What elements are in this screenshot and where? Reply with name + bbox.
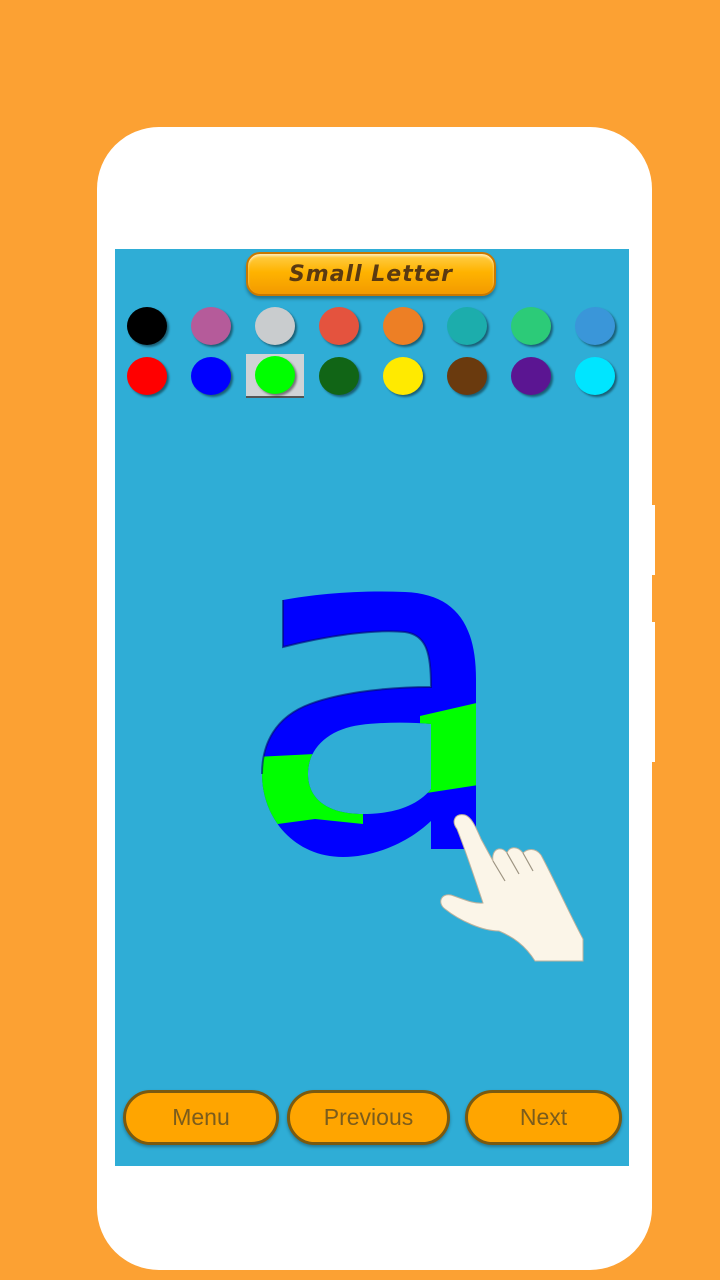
phone-side-button-power (651, 622, 655, 762)
next-button[interactable]: Next (465, 1090, 622, 1145)
pointing-hand-icon (440, 814, 584, 962)
tracing-canvas[interactable] (115, 249, 629, 1166)
letter-a-glyph (262, 591, 476, 857)
letter-fill-band-left (262, 749, 363, 827)
phone-side-button-volume (651, 505, 655, 575)
previous-button[interactable]: Previous (287, 1090, 450, 1145)
menu-button[interactable]: Menu (123, 1090, 279, 1145)
app-screen: Small Letter Menu Previous Next (115, 249, 629, 1166)
letter-fill-band-right (420, 701, 476, 794)
